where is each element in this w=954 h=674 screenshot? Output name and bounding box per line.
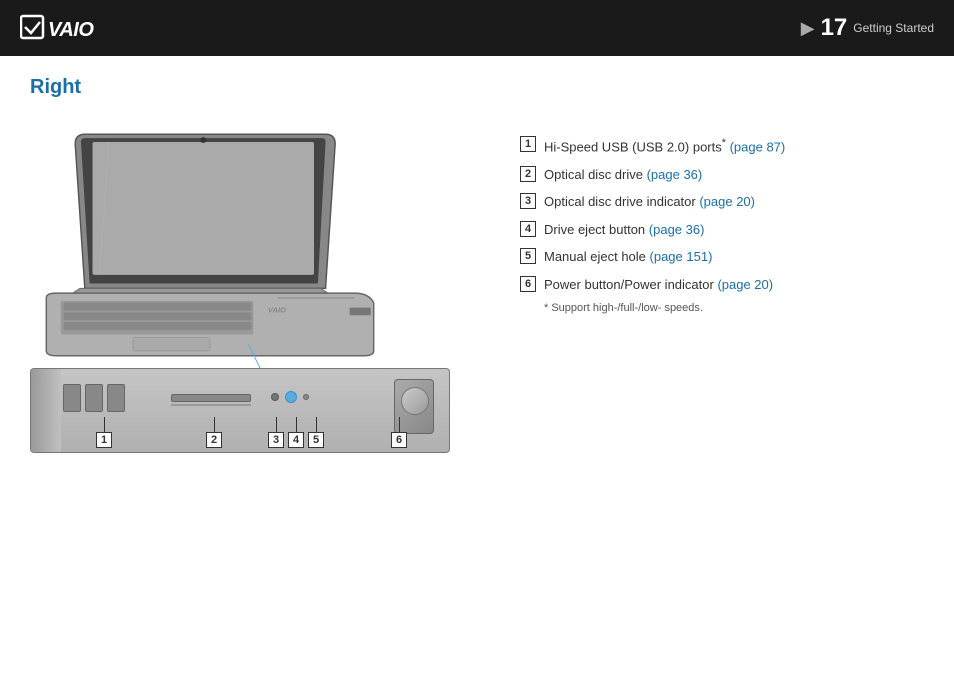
item-num-4: 4 [520, 221, 536, 237]
list-item: 3 Optical disc drive indicator (page 20) [520, 192, 924, 212]
item-link-4[interactable]: (page 36) [649, 222, 705, 237]
item-num-3: 3 [520, 193, 536, 209]
page-number: 17 [821, 14, 848, 42]
list-item: 5 Manual eject hole (page 151) [520, 247, 924, 267]
item-link-6[interactable]: (page 20) [717, 277, 773, 292]
item-link-2[interactable]: (page 36) [647, 167, 703, 182]
list-item: 6 Power button/Power indicator (page 20) [520, 275, 924, 295]
header: VAIO ▶ 17 Getting Started [0, 0, 954, 56]
item-link-3[interactable]: (page 20) [699, 194, 755, 209]
num-label-6: 6 [391, 432, 407, 448]
illustration-area: VAIO [30, 115, 490, 453]
item-num-5: 5 [520, 248, 536, 264]
page-arrow: ▶ [801, 18, 815, 39]
num-label-2: 2 [206, 432, 222, 448]
header-right: ▶ 17 Getting Started [801, 14, 934, 42]
bottom-strip: 1 2 3 4 5 6 [30, 368, 450, 453]
section-title: Right [30, 76, 924, 99]
vaio-logo-svg: VAIO [20, 10, 110, 46]
description-list: 1 Hi-Speed USB (USB 2.0) ports* (page 87… [520, 115, 924, 314]
list-item: 4 Drive eject button (page 36) [520, 220, 924, 240]
num-label-1: 1 [96, 432, 112, 448]
item-text-2: Optical disc drive (page 36) [544, 165, 924, 185]
item-num-6: 6 [520, 276, 536, 292]
svg-text:VAIO: VAIO [268, 305, 286, 314]
svg-text:VAIO: VAIO [48, 19, 94, 41]
item-text-4: Drive eject button (page 36) [544, 220, 924, 240]
item-text-1: Hi-Speed USB (USB 2.0) ports* (page 87) [544, 135, 924, 157]
item-text-6: Power button/Power indicator (page 20) [544, 275, 924, 295]
list-item: 2 Optical disc drive (page 36) [520, 165, 924, 185]
num-label-4: 4 [288, 432, 304, 448]
page-content: Right [0, 56, 954, 473]
footnote: * Support high-/full-/low- speeds. [520, 302, 924, 314]
item-num-2: 2 [520, 166, 536, 182]
list-item: 1 Hi-Speed USB (USB 2.0) ports* (page 87… [520, 135, 924, 157]
num-label-3: 3 [268, 432, 284, 448]
item-link-1[interactable]: (page 87) [730, 139, 786, 154]
item-num-1: 1 [520, 136, 536, 152]
item-text-3: Optical disc drive indicator (page 20) [544, 192, 924, 212]
item-link-5[interactable]: (page 151) [650, 249, 713, 264]
laptop-illustration: VAIO [30, 115, 390, 375]
item-text-5: Manual eject hole (page 151) [544, 247, 924, 267]
logo: VAIO [20, 10, 110, 46]
section-label: Getting Started [853, 21, 934, 35]
num-label-5: 5 [308, 432, 324, 448]
main-area: VAIO [30, 115, 924, 453]
